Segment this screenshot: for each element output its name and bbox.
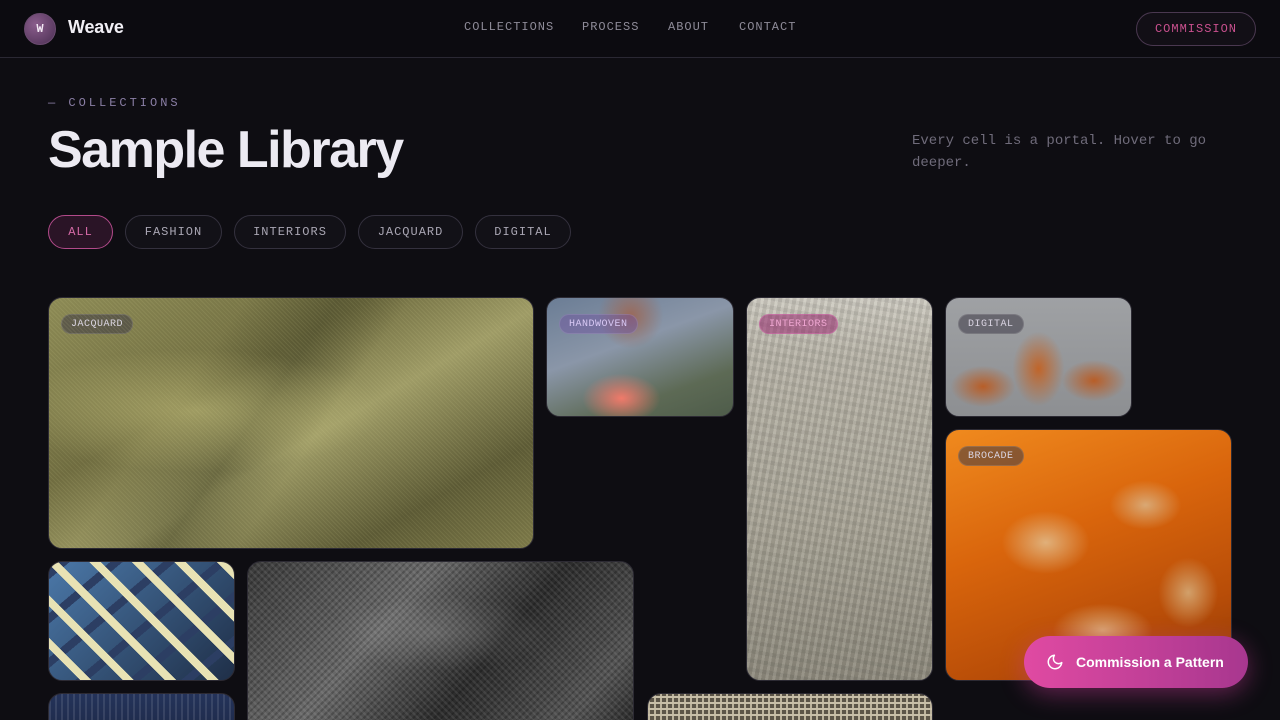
tile-handwoven[interactable]: HANDWOVEN <box>546 297 734 417</box>
filter-fashion[interactable]: FASHION <box>125 215 222 249</box>
section-eyebrow: — COLLECTIONS <box>48 96 181 110</box>
tile-tag: JACQUARD <box>61 314 134 334</box>
moon-icon <box>1047 654 1063 670</box>
commission-pattern-label: Commission a Pattern <box>1076 654 1224 670</box>
tile-textile[interactable] <box>247 561 634 720</box>
tile-jacquard[interactable]: JACQUARD <box>48 297 534 549</box>
page-title: Sample Library <box>48 121 404 179</box>
tile-tag: DIGITAL <box>958 314 1024 334</box>
filter-jacquard[interactable]: JACQUARD <box>358 215 463 249</box>
tile-digital[interactable]: DIGITAL <box>945 297 1132 417</box>
filter-interiors[interactable]: INTERIORS <box>234 215 346 249</box>
filter-all[interactable]: ALL <box>48 215 113 249</box>
tile-tag: HANDWOVEN <box>559 314 638 334</box>
commission-button[interactable]: COMMISSION <box>1136 12 1256 46</box>
tile-blue-weave[interactable] <box>48 693 235 720</box>
nav-collections[interactable]: COLLECTIONS <box>464 20 554 34</box>
brand-logo[interactable]: W <box>24 13 56 45</box>
page-tagline: Every cell is a portal. Hover to go deep… <box>912 133 1207 171</box>
filter-digital[interactable]: DIGITAL <box>475 215 571 249</box>
tile-mesh[interactable] <box>647 693 933 720</box>
top-bar: W Weave COLLECTIONS PROCESS ABOUT CONTAC… <box>0 0 1280 58</box>
tile-interiors[interactable]: INTERIORS <box>746 297 933 681</box>
nav-contact[interactable]: CONTACT <box>739 20 796 34</box>
commission-pattern-button[interactable]: Commission a Pattern <box>1024 636 1248 688</box>
tile-tag: INTERIORS <box>759 314 838 334</box>
tile-fashion[interactable] <box>48 561 235 681</box>
nav-process[interactable]: PROCESS <box>582 20 639 34</box>
nav-about[interactable]: ABOUT <box>668 20 709 34</box>
tile-tag: BROCADE <box>958 446 1024 466</box>
brand-name[interactable]: Weave <box>68 17 124 38</box>
